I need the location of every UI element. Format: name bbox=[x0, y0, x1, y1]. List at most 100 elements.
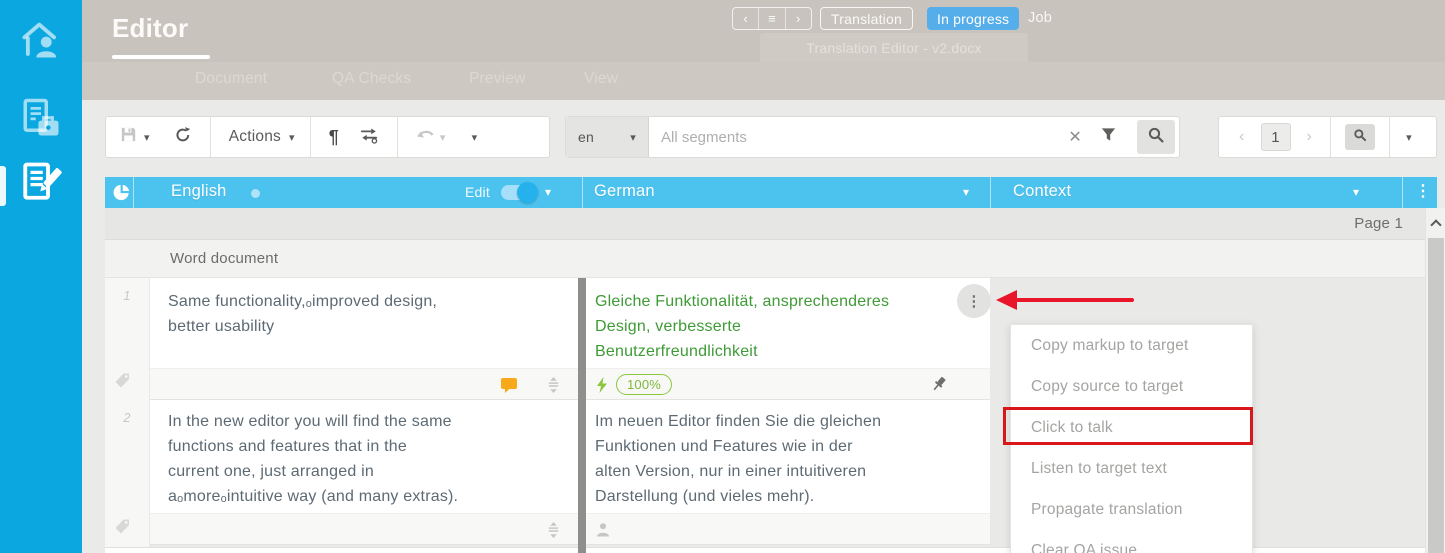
save-dropdown-caret[interactable]: ▾ bbox=[144, 131, 150, 144]
annotation-arrow bbox=[1016, 298, 1134, 302]
header-divider bbox=[1402, 177, 1403, 208]
search-language-select[interactable]: en ▾ bbox=[566, 117, 649, 157]
translator-person-icon bbox=[595, 522, 611, 543]
machine-translation-bolt-icon bbox=[595, 376, 609, 399]
language-caret: ▾ bbox=[630, 131, 636, 144]
segment-nav-group: ‹ ≡ › bbox=[732, 7, 812, 30]
segment-number: 1 bbox=[105, 288, 149, 303]
source-text: In the new editor you will find the same… bbox=[150, 400, 578, 509]
scrollbar-thumb[interactable] bbox=[1428, 238, 1444, 553]
source-cell[interactable]: Same functionality,ₒimproved design, bet… bbox=[150, 278, 578, 368]
source-cell[interactable]: In the new editor you will find the same… bbox=[150, 400, 578, 513]
source-text: Same functionality,ₒimproved design, bet… bbox=[150, 278, 578, 339]
translation-editor-app: Editor ‹ ≡ › Translation In progress Job… bbox=[0, 0, 1445, 553]
page-title: Editor bbox=[112, 13, 188, 44]
target-status-bar bbox=[586, 513, 990, 545]
show-whitespace-button[interactable]: ¶ bbox=[329, 127, 339, 148]
menu-item-listen-target[interactable]: Listen to target text bbox=[1011, 448, 1252, 489]
header-tab-bar bbox=[82, 62, 1445, 100]
target-text: Gleiche Funktionalität, ansprechenderes … bbox=[586, 278, 990, 364]
header-divider bbox=[582, 177, 583, 208]
segment-options-button[interactable]: ⋮ bbox=[957, 284, 991, 318]
tab-qa-checks[interactable]: QA Checks bbox=[332, 70, 411, 88]
search-icon bbox=[1147, 126, 1165, 149]
target-column-caret[interactable]: ▾ bbox=[963, 185, 969, 199]
source-status-bar bbox=[150, 368, 578, 400]
header-divider bbox=[133, 177, 134, 208]
target-cell[interactable]: Gleiche Funktionalität, ansprechenderes … bbox=[586, 278, 990, 368]
annotation-arrow-head bbox=[996, 290, 1017, 310]
menu-item-copy-markup[interactable]: Copy markup to target bbox=[1011, 325, 1252, 366]
find-replace-icon[interactable] bbox=[359, 126, 379, 149]
document-tab[interactable]: Translation Editor - v2.docx bbox=[760, 33, 1028, 62]
scroll-up-arrow-icon[interactable] bbox=[1430, 219, 1441, 230]
tag-icon[interactable] bbox=[113, 372, 131, 395]
split-segment-handle-icon[interactable] bbox=[546, 521, 561, 544]
actions-caret[interactable]: ▾ bbox=[289, 131, 295, 144]
undo-caret[interactable]: ▾ bbox=[440, 131, 446, 144]
edit-toggle[interactable] bbox=[501, 185, 535, 200]
tab-preview[interactable]: Preview bbox=[469, 70, 526, 88]
prev-page-button[interactable]: ‹ bbox=[1239, 128, 1245, 146]
tab-view[interactable]: View bbox=[584, 70, 618, 88]
segment-list-icon[interactable]: ≡ bbox=[759, 8, 785, 29]
tag-icon[interactable] bbox=[113, 518, 131, 541]
next-segment-button[interactable]: › bbox=[786, 8, 811, 29]
target-cell[interactable]: Im neuen Editor finden Sie die gleichen … bbox=[586, 400, 990, 513]
sidebar-active-indicator bbox=[0, 166, 6, 206]
menu-item-propagate[interactable]: Propagate translation bbox=[1011, 489, 1252, 530]
section-header-row: Word document bbox=[105, 240, 1425, 278]
search-input[interactable] bbox=[649, 129, 1068, 146]
sidebar-item-projects[interactable] bbox=[0, 92, 82, 148]
sidebar-item-editor[interactable] bbox=[0, 156, 82, 212]
save-icon[interactable] bbox=[119, 125, 138, 149]
refresh-icon[interactable] bbox=[174, 126, 192, 149]
redo-dropdown-caret[interactable]: ▾ bbox=[472, 131, 478, 144]
source-column-caret[interactable]: ▾ bbox=[545, 185, 551, 199]
goto-segment-button[interactable] bbox=[1345, 124, 1375, 150]
status-badge[interactable]: In progress bbox=[927, 7, 1019, 30]
tab-document[interactable]: Document bbox=[195, 70, 267, 88]
toolbar-divider bbox=[310, 117, 311, 157]
source-status-bar bbox=[150, 513, 578, 545]
translation-button[interactable]: Translation bbox=[820, 7, 913, 30]
comment-bubble-icon[interactable] bbox=[500, 377, 518, 399]
statistics-pie-icon[interactable] bbox=[112, 183, 131, 207]
annotation-red-box bbox=[1003, 407, 1253, 445]
search-language-value: en bbox=[578, 129, 594, 145]
document-edit-icon bbox=[20, 161, 62, 208]
toolbar-divider bbox=[210, 117, 211, 157]
context-column-caret[interactable]: ▾ bbox=[1353, 185, 1359, 199]
segment-number: 2 bbox=[105, 410, 149, 425]
segment-search-bar: en ▾ ✕ bbox=[565, 116, 1180, 158]
filter-icon[interactable] bbox=[1100, 126, 1117, 148]
match-score-badge: 100% bbox=[616, 374, 672, 395]
editor-toolbar: ▾ Actions ▾ ¶ ▾ bbox=[105, 116, 550, 158]
menu-item-clear-qa[interactable]: Clear QA issue bbox=[1011, 530, 1252, 553]
target-column-header[interactable]: German bbox=[594, 182, 655, 201]
toolbar-divider bbox=[1330, 117, 1331, 157]
source-column-header[interactable]: English bbox=[171, 182, 227, 201]
actions-menu-button[interactable]: Actions bbox=[229, 128, 281, 146]
grid-options-dots[interactable]: ⋮ bbox=[1415, 181, 1431, 201]
page-options-caret[interactable]: ▾ bbox=[1406, 131, 1412, 144]
prev-segment-button[interactable]: ‹ bbox=[733, 8, 759, 29]
search-icon bbox=[1353, 128, 1367, 147]
title-underline bbox=[112, 55, 210, 59]
home-user-icon bbox=[20, 20, 62, 65]
context-column-header[interactable]: Context bbox=[1013, 182, 1071, 201]
sidebar-item-home[interactable] bbox=[0, 14, 82, 70]
toggle-knob bbox=[517, 182, 538, 203]
current-page-field[interactable]: 1 bbox=[1261, 123, 1291, 151]
undo-icon[interactable] bbox=[416, 128, 438, 147]
clear-search-icon[interactable]: ✕ bbox=[1068, 127, 1082, 147]
job-label: Job bbox=[1028, 10, 1052, 26]
next-page-button[interactable]: › bbox=[1307, 128, 1313, 146]
menu-item-copy-source[interactable]: Copy source to target bbox=[1011, 366, 1252, 407]
search-button[interactable] bbox=[1137, 120, 1175, 154]
pin-icon[interactable] bbox=[930, 375, 948, 398]
column-splitter[interactable] bbox=[578, 278, 586, 553]
vertical-scrollbar[interactable] bbox=[1425, 208, 1445, 553]
target-text: Im neuen Editor finden Sie die gleichen … bbox=[586, 400, 990, 509]
split-segment-handle-icon[interactable] bbox=[546, 376, 561, 399]
